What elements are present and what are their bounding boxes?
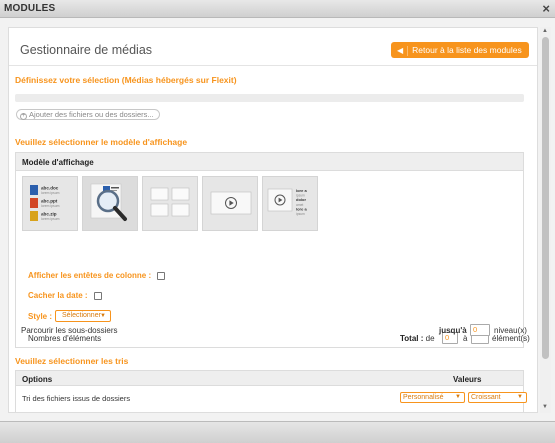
- show-headers-row: Afficher les entêtes de colonne :: [28, 271, 166, 280]
- side-text-line: lore a: [296, 188, 307, 193]
- sort-mode-select[interactable]: Personnalisé ▼: [400, 392, 465, 403]
- sort-row-label: Tri des fichiers issus de dossiers: [22, 394, 131, 403]
- style-select-value: Sélectionner: [62, 312, 101, 319]
- chevron-left-icon: ◀: [397, 46, 404, 55]
- template-grid-tile[interactable]: [142, 176, 198, 231]
- subfolders-depth-input[interactable]: 0: [470, 324, 490, 336]
- content-area: Gestionnaire de médias ◀ Retour à la list…: [8, 27, 538, 413]
- total-unit-label: élément(s): [492, 334, 530, 343]
- modal-footer: [0, 421, 555, 443]
- subfolders-until-label: jusqu'à: [439, 326, 467, 335]
- side-text-line: ipsum: [296, 212, 305, 216]
- display-panel: Modèle d'affichage abc.doc lorem ipsum abc…: [15, 152, 530, 348]
- back-to-modules-button[interactable]: ◀ Retour à la liste des modules: [391, 42, 529, 58]
- scrollbar-thumb[interactable]: [542, 37, 549, 359]
- file-type-icon: [30, 211, 38, 221]
- file-type-icon: [30, 185, 38, 195]
- caret-down-icon: ▼: [455, 394, 461, 400]
- selection-path-bar: [15, 94, 524, 102]
- sorting-table: Options Valeurs Tri des fichiers issus d…: [15, 370, 527, 412]
- list-item-name: abc.ppt: [41, 199, 58, 204]
- display-section-title: Veuillez sélectionner le modèle d'affich…: [15, 137, 188, 147]
- show-headers-checkbox[interactable]: [157, 271, 166, 280]
- plus-icon: +: [20, 113, 27, 120]
- back-button-label: Retour à la liste des modules: [412, 45, 522, 55]
- caret-down-icon: ▼: [517, 394, 523, 400]
- template-list-tile[interactable]: abc.doc lorem ipsum abc.ppt lorem ipsum abc.…: [22, 176, 78, 231]
- scroll-up-icon[interactable]: ▲: [542, 28, 548, 34]
- count-label: Nombres d'éléments: [28, 334, 102, 343]
- hide-date-label: Cacher la date :: [28, 291, 88, 300]
- add-files-label: Ajouter des fichiers ou des dossiers...: [29, 110, 154, 119]
- list-item-name: abc.zip: [41, 212, 57, 217]
- close-icon[interactable]: ×: [542, 1, 550, 16]
- play-icon: [210, 191, 252, 215]
- magnifier-icon: [90, 183, 127, 221]
- table-row: Tri des fichiers issus de dossiers Perso…: [16, 386, 527, 410]
- selection-section-title: Définissez votre sélection (Médias héber…: [15, 75, 237, 85]
- file-type-icon: [30, 198, 38, 208]
- subfolders-label: Parcourir les sous-dossiers: [21, 326, 118, 335]
- total-to-label: à: [463, 334, 468, 343]
- add-files-button[interactable]: + Ajouter des fichiers ou des dossiers...: [16, 109, 160, 120]
- scroll-down-icon[interactable]: ▼: [542, 404, 548, 410]
- col-options: Options: [22, 375, 53, 384]
- divider: [407, 45, 409, 56]
- file-list-icon: abc.doclorem ipsumabc.pptlorem ipsumabc.…: [30, 185, 60, 221]
- side-text-line: lore a: [296, 206, 307, 211]
- template-video-text-tile[interactable]: lore a ipsum dolor amet lore a ipsum: [262, 176, 318, 231]
- caret-down-icon: ▼: [100, 313, 106, 319]
- sorting-table-header: Options Valeurs: [16, 371, 523, 386]
- subfolders-unit-label: niveau(x): [494, 326, 527, 335]
- sort-order-select[interactable]: Croissant ▼: [468, 392, 527, 403]
- sorting-section-title: Veuillez sélectionner les tris: [15, 356, 129, 366]
- grid-icon: [150, 187, 190, 217]
- list-item-name: abc.doc: [41, 186, 59, 191]
- col-values: Valeurs: [453, 375, 482, 384]
- template-video-tile[interactable]: [202, 176, 258, 231]
- show-headers-label: Afficher les entêtes de colonne :: [28, 271, 152, 280]
- window-title: MODULES: [4, 3, 56, 14]
- total-label: Total : de: [400, 334, 435, 343]
- hide-date-checkbox[interactable]: [93, 291, 102, 300]
- style-label: Style :: [28, 312, 53, 321]
- hide-date-row: Cacher la date :: [28, 291, 102, 300]
- list-item-sub: lorem ipsum: [41, 217, 60, 221]
- side-text-line: dolor: [296, 197, 306, 202]
- style-select[interactable]: Sélectionner ▼: [55, 310, 111, 322]
- modules-modal: MODULES × Gestionnaire de médias ◀ Retour…: [0, 0, 555, 443]
- page-header: Gestionnaire de médias ◀ Retour à la list…: [9, 28, 537, 66]
- vertical-scrollbar[interactable]: ▲ ▼: [540, 27, 551, 413]
- template-search-tile[interactable]: [82, 176, 138, 231]
- page-title: Gestionnaire de médias: [20, 43, 153, 57]
- list-item-sub: lorem ipsum: [41, 191, 60, 195]
- list-item-sub: lorem ipsum: [41, 204, 60, 208]
- play-with-text-icon: lore aipsumdolorametlore aipsum: [267, 188, 307, 216]
- display-panel-title: Modèle d'affichage: [16, 153, 523, 171]
- title-bar: MODULES ×: [0, 0, 555, 18]
